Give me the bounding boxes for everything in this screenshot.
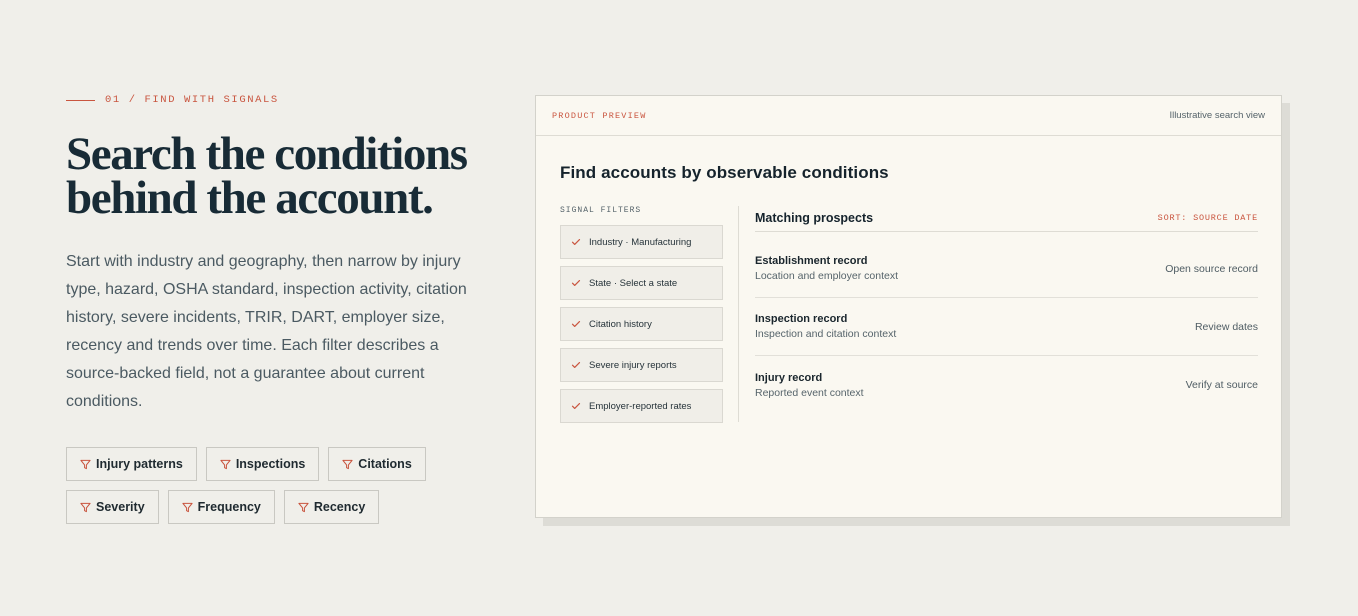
preview-note: Illustrative search view [1169, 110, 1265, 121]
eyebrow-text: 01 / FIND WITH SIGNALS [105, 94, 279, 106]
results-list: Establishment record Location and employ… [755, 240, 1258, 414]
result-row[interactable]: Injury record Reported event context Ver… [755, 356, 1258, 414]
chip-frequency[interactable]: Frequency [167, 490, 275, 524]
filter-icon [182, 502, 193, 512]
filter-label: Severe injury reports [589, 359, 677, 371]
result-action[interactable]: Review dates [1195, 321, 1258, 333]
filters-label: SIGNAL FILTERS [560, 206, 642, 215]
result-subtitle: Location and employer context [755, 270, 899, 282]
intro-column: 01 / FIND WITH SIGNALS Search the condit… [66, 94, 486, 524]
result-action[interactable]: Verify at source [1186, 379, 1258, 391]
sort-control[interactable]: SORT: SOURCE DATE [1158, 213, 1258, 223]
check-icon [571, 321, 581, 327]
preview-title: Find accounts by observable conditions [560, 163, 889, 182]
signal-filters: SIGNAL FILTERS Industry · Manufacturing … [560, 206, 723, 423]
eyebrow-rule [66, 99, 95, 101]
result-action[interactable]: Open source record [1165, 263, 1258, 275]
filter-industry[interactable]: Industry · Manufacturing [560, 225, 723, 259]
result-subtitle: Reported event context [755, 386, 864, 399]
result-info: Establishment record Location and employ… [755, 255, 898, 282]
result-name: Establishment record [755, 255, 868, 267]
card-header: PRODUCT PREVIEW Illustrative search view [536, 96, 1281, 136]
filter-label: Industry · Manufacturing [589, 236, 692, 248]
filter-icon [298, 502, 309, 512]
chip-citations[interactable]: Citations [328, 447, 426, 481]
filter-icon [80, 459, 91, 469]
result-subtitle: Inspection and citation context [755, 328, 897, 340]
chip-label: Citations [358, 457, 412, 471]
filter-icon [342, 459, 353, 469]
results-header: Matching prospects SORT: SOURCE DATE [755, 204, 1258, 232]
chip-label: Inspections [235, 457, 306, 471]
check-icon [571, 280, 581, 286]
filter-label: Employer-reported rates [589, 400, 692, 412]
result-info: Inspection record Inspection and citatio… [755, 313, 896, 340]
signal-chips: Injury patterns Inspections Citations Se… [66, 447, 426, 524]
product-preview-card: PRODUCT PREVIEW Illustrative search view… [535, 95, 1282, 518]
check-icon [571, 239, 581, 245]
headline-line-1: Search the conditions [66, 128, 468, 180]
chip-inspections[interactable]: Inspections [205, 447, 320, 481]
chip-injury-patterns[interactable]: Injury patterns [66, 447, 197, 481]
chip-label: Severity [96, 500, 145, 514]
filter-citation-history[interactable]: Citation history [560, 307, 723, 341]
check-icon [571, 362, 581, 368]
column-divider [738, 206, 739, 422]
section-description: Start with industry and geography, then … [66, 253, 467, 410]
page: 01 / FIND WITH SIGNALS Search the condit… [0, 0, 1358, 616]
filter-icon [80, 502, 91, 512]
chip-label: Recency [313, 500, 366, 514]
result-info: Injury record Reported event context [755, 372, 864, 399]
check-icon [571, 403, 581, 409]
result-name: Inspection record [755, 313, 848, 325]
filter-state[interactable]: State · Select a state [560, 266, 723, 300]
chip-label: Frequency [197, 500, 261, 514]
section-headline: Search the conditions behind the account… [66, 128, 486, 224]
matching-prospects: Matching prospects SORT: SOURCE DATE Est… [755, 204, 1258, 414]
results-title: Matching prospects [755, 210, 874, 225]
filter-icon [220, 459, 231, 469]
preview-tag: PRODUCT PREVIEW [552, 110, 647, 121]
filter-label: Citation history [589, 318, 652, 330]
filter-label: State · Select a state [589, 277, 678, 289]
eyebrow: 01 / FIND WITH SIGNALS [66, 94, 486, 106]
result-row[interactable]: Establishment record Location and employ… [755, 240, 1258, 298]
chip-label: Injury patterns [96, 457, 183, 471]
chip-severity[interactable]: Severity [66, 490, 159, 524]
result-name: Injury record [755, 371, 823, 384]
chip-recency[interactable]: Recency [283, 490, 380, 524]
result-row[interactable]: Inspection record Inspection and citatio… [755, 298, 1258, 356]
filter-severe-injury[interactable]: Severe injury reports [560, 348, 723, 382]
filter-employer-rates[interactable]: Employer-reported rates [560, 389, 723, 423]
headline-line-2: behind the account. [66, 172, 434, 224]
